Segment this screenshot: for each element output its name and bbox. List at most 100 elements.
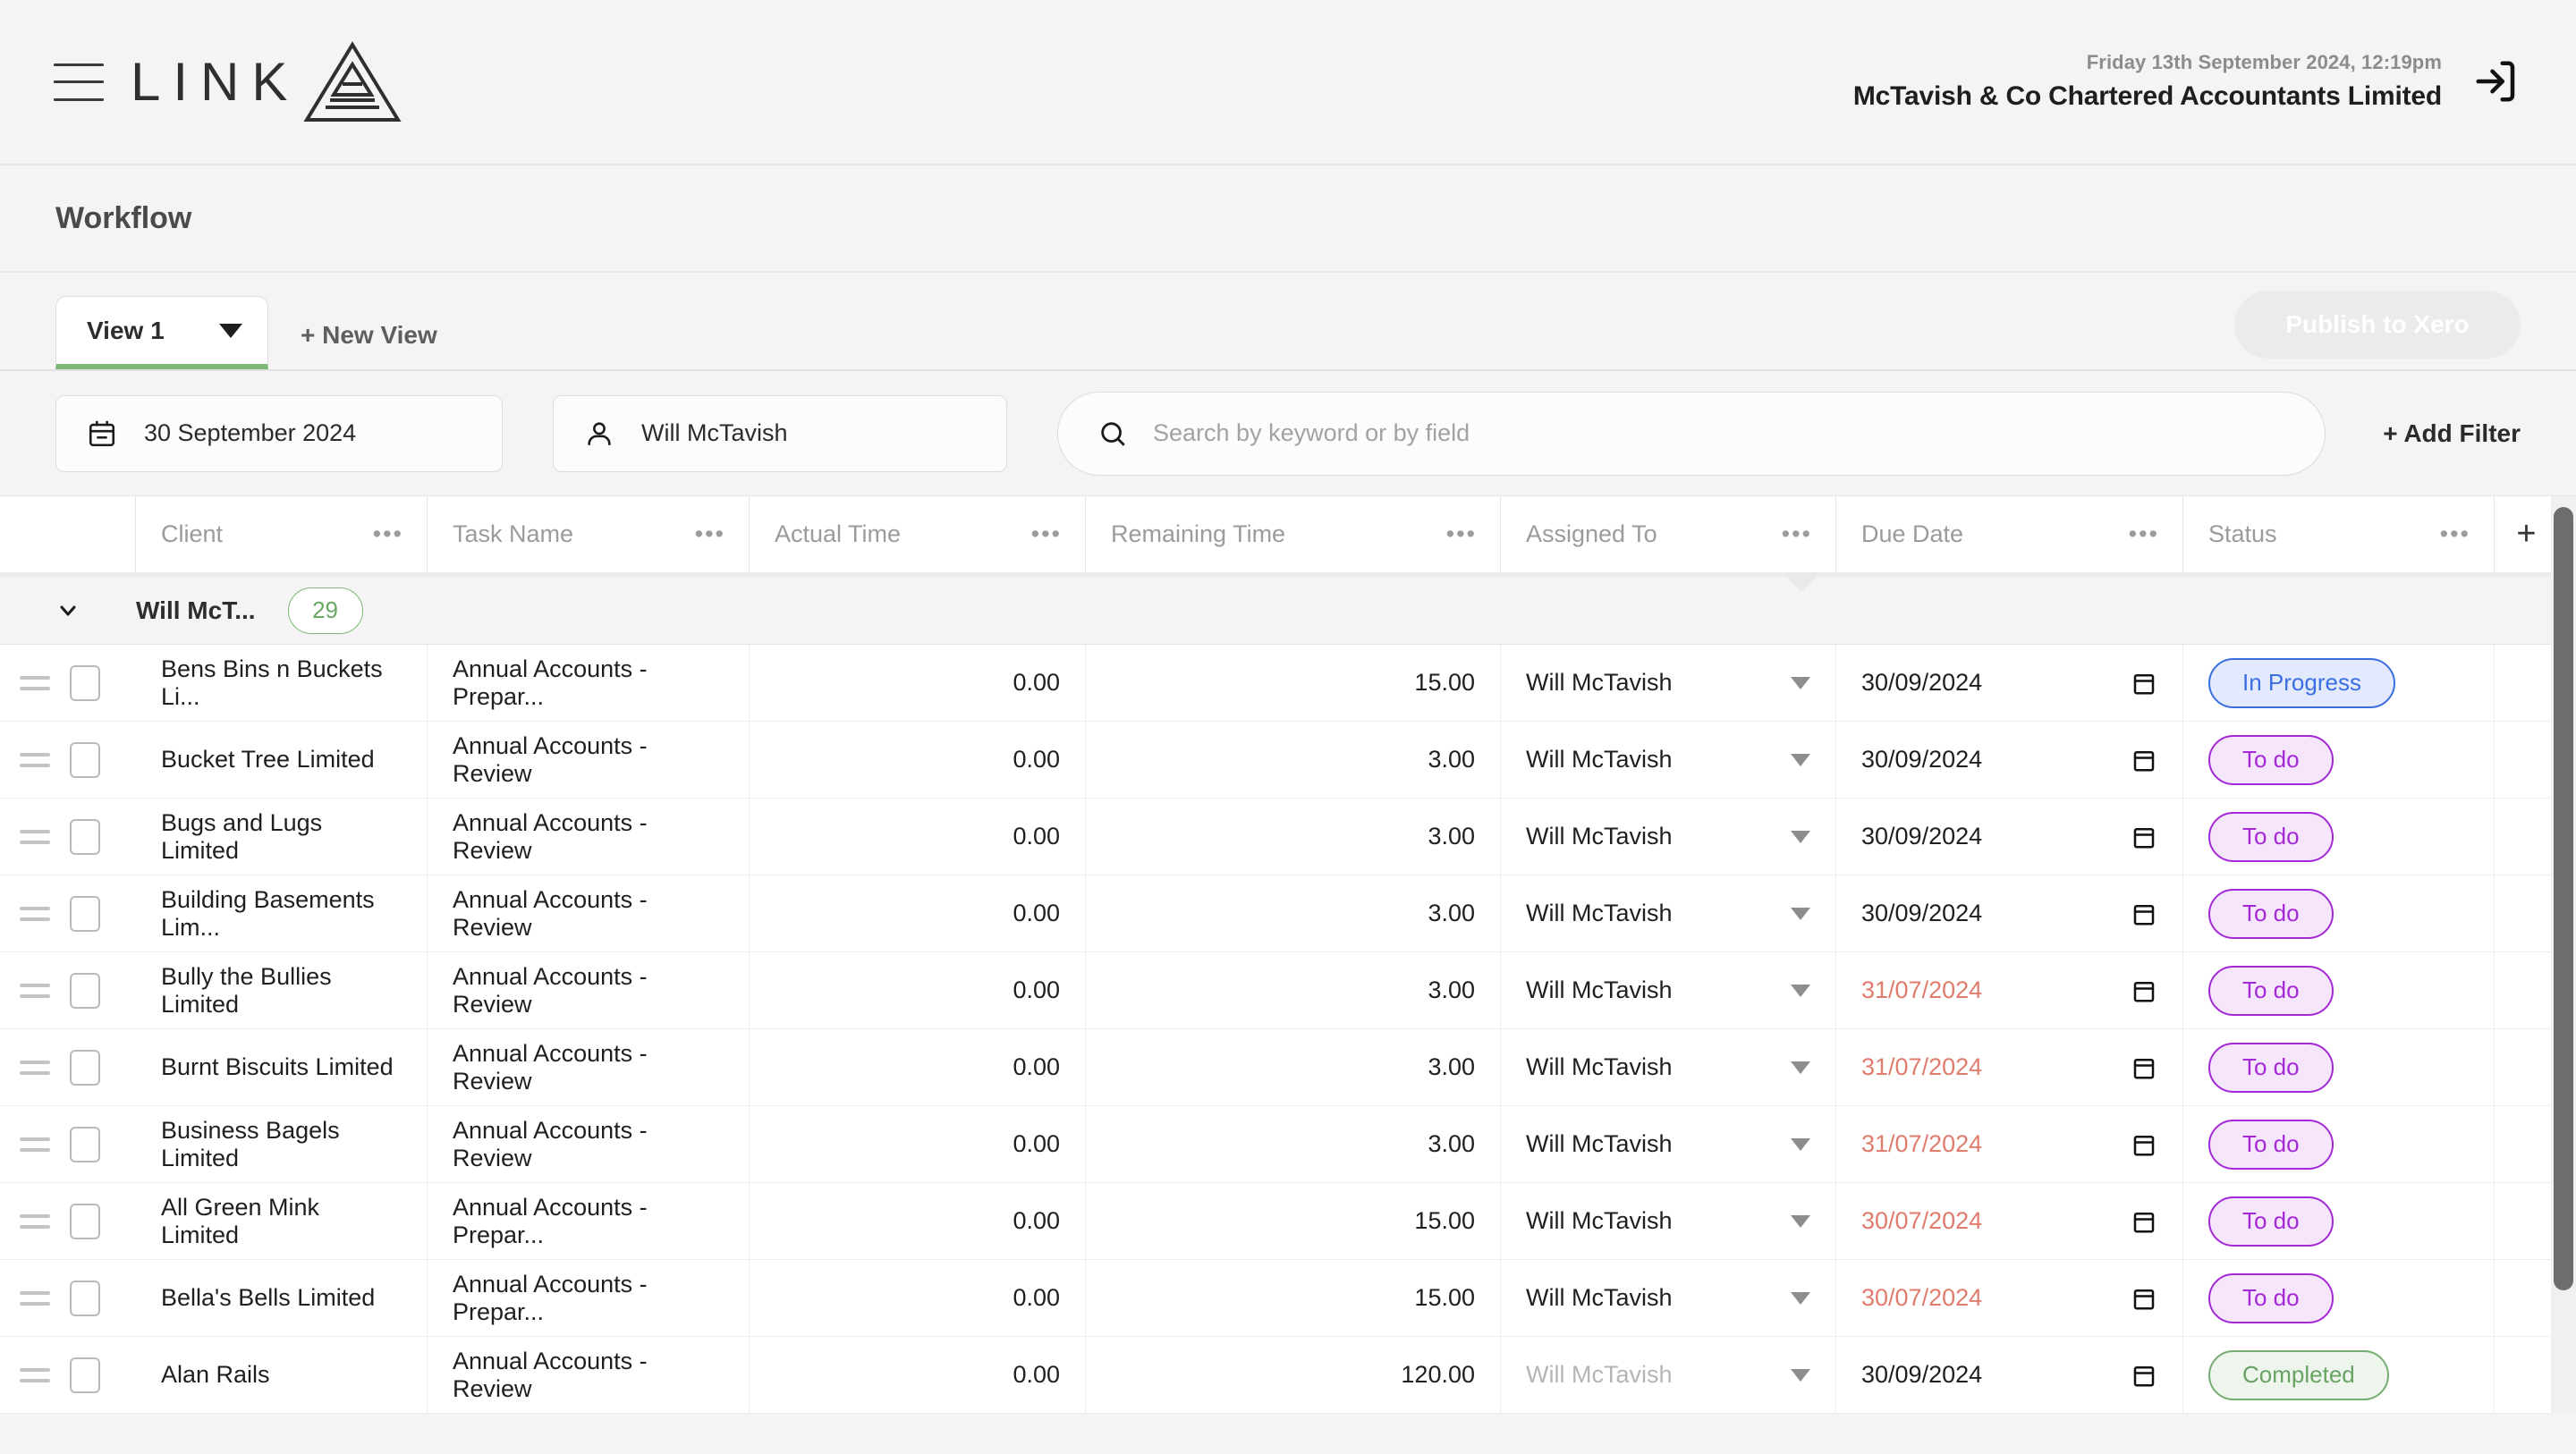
cell-client[interactable]: Bugs and Lugs Limited	[136, 799, 428, 875]
cell-due-date[interactable]: 30/09/2024	[1836, 722, 2183, 798]
cell-assigned-to[interactable]: Will McTavish	[1501, 722, 1836, 798]
assignee-filter[interactable]: Will McTavish	[553, 394, 1007, 472]
calendar-icon[interactable]	[2131, 900, 2157, 928]
status-badge[interactable]: To do	[2208, 965, 2334, 1016]
drag-handle-icon[interactable]	[20, 983, 50, 998]
cell-client[interactable]: Bully the Bullies Limited	[136, 952, 428, 1028]
cell-client[interactable]: Bucket Tree Limited	[136, 722, 428, 798]
drag-handle-icon[interactable]	[20, 1290, 50, 1306]
cell-actual-time[interactable]: 0.00	[750, 799, 1086, 875]
cell-due-date[interactable]: 30/09/2024	[1836, 645, 2183, 721]
column-menu-icon[interactable]: •••	[1782, 520, 1812, 548]
search-input[interactable]	[1153, 419, 2286, 447]
group-collapse-icon[interactable]	[0, 600, 136, 621]
cell-due-date[interactable]: 30/07/2024	[1836, 1260, 2183, 1336]
calendar-icon[interactable]	[2131, 976, 2157, 1005]
cell-assigned-to[interactable]: Will McTavish	[1501, 645, 1836, 721]
drag-handle-icon[interactable]	[20, 1213, 50, 1229]
cell-assigned-to[interactable]: Will McTavish	[1501, 1337, 1836, 1413]
calendar-icon[interactable]	[2131, 746, 2157, 774]
search-box[interactable]	[1057, 391, 2326, 476]
table-row[interactable]: Bucket Tree Limited Annual Accounts - Rev…	[0, 722, 2576, 799]
table-row[interactable]: Burnt Biscuits Limited Annual Accounts - …	[0, 1029, 2576, 1106]
cell-remaining-time[interactable]: 15.00	[1086, 1183, 1501, 1259]
status-badge[interactable]: To do	[2208, 1042, 2334, 1093]
status-badge[interactable]: To do	[2208, 1196, 2334, 1247]
assigned-to-dropdown-icon[interactable]	[1791, 1061, 1810, 1074]
drag-handle-icon[interactable]	[20, 906, 50, 921]
cell-remaining-time[interactable]: 3.00	[1086, 1029, 1501, 1105]
cell-actual-time[interactable]: 0.00	[750, 645, 1086, 721]
assigned-to-dropdown-icon[interactable]	[1791, 1214, 1810, 1228]
assigned-to-dropdown-icon[interactable]	[1791, 753, 1810, 766]
column-header-status[interactable]: Status •••	[2183, 496, 2495, 572]
table-row[interactable]: Bella's Bells Limited Annual Accounts - P…	[0, 1260, 2576, 1337]
cell-due-date[interactable]: 31/07/2024	[1836, 1106, 2183, 1182]
cell-actual-time[interactable]: 0.00	[750, 1260, 1086, 1336]
cell-task-name[interactable]: Annual Accounts - Review	[428, 799, 750, 875]
group-row-will-mctavish[interactable]: Will McT... 29	[0, 572, 2576, 645]
cell-actual-time[interactable]: 0.00	[750, 1337, 1086, 1413]
drag-handle-icon[interactable]	[20, 829, 50, 844]
column-header-assigned-to[interactable]: Assigned To •••	[1501, 496, 1836, 572]
cell-task-name[interactable]: Annual Accounts - Prepar...	[428, 1183, 750, 1259]
assigned-to-dropdown-icon[interactable]	[1791, 1137, 1810, 1151]
calendar-icon[interactable]	[2131, 1130, 2157, 1159]
hamburger-menu-icon[interactable]	[54, 63, 104, 101]
cell-client[interactable]: All Green Mink Limited	[136, 1183, 428, 1259]
status-badge[interactable]: Completed	[2208, 1349, 2389, 1400]
column-menu-icon[interactable]: •••	[695, 520, 725, 548]
assigned-to-dropdown-icon[interactable]	[1791, 984, 1810, 997]
cell-status[interactable]: To do	[2183, 952, 2495, 1028]
cell-status[interactable]: To do	[2183, 1183, 2495, 1259]
cell-actual-time[interactable]: 0.00	[750, 1106, 1086, 1182]
status-badge[interactable]: In Progress	[2208, 657, 2395, 708]
cell-actual-time[interactable]: 0.00	[750, 952, 1086, 1028]
add-filter-button[interactable]: + Add Filter	[2383, 419, 2521, 448]
cell-task-name[interactable]: Annual Accounts - Prepar...	[428, 1260, 750, 1336]
table-row[interactable]: Bens Bins n Buckets Li... Annual Accounts…	[0, 645, 2576, 722]
assigned-to-dropdown-icon[interactable]	[1791, 830, 1810, 843]
cell-client[interactable]: Bella's Bells Limited	[136, 1260, 428, 1336]
publish-to-xero-button[interactable]: Publish to Xero	[2234, 291, 2521, 359]
cell-remaining-time[interactable]: 120.00	[1086, 1337, 1501, 1413]
drag-handle-icon[interactable]	[20, 1367, 50, 1382]
cell-due-date[interactable]: 30/09/2024	[1836, 799, 2183, 875]
calendar-icon[interactable]	[2131, 823, 2157, 851]
calendar-icon[interactable]	[2131, 669, 2157, 697]
column-menu-icon[interactable]: •••	[1031, 520, 1062, 548]
chevron-down-icon[interactable]	[219, 323, 242, 338]
cell-task-name[interactable]: Annual Accounts - Prepar...	[428, 645, 750, 721]
column-menu-icon[interactable]: •••	[2440, 520, 2470, 548]
calendar-icon[interactable]	[2131, 1207, 2157, 1236]
column-header-due-date[interactable]: Due Date •••	[1836, 496, 2183, 572]
cell-remaining-time[interactable]: 15.00	[1086, 645, 1501, 721]
row-checkbox[interactable]	[70, 895, 100, 932]
status-badge[interactable]: To do	[2208, 1119, 2334, 1170]
status-badge[interactable]: To do	[2208, 734, 2334, 785]
cell-client[interactable]: Business Bagels Limited	[136, 1106, 428, 1182]
cell-remaining-time[interactable]: 3.00	[1086, 722, 1501, 798]
drag-handle-icon[interactable]	[20, 1137, 50, 1152]
table-row[interactable]: All Green Mink Limited Annual Accounts - …	[0, 1183, 2576, 1260]
drag-handle-icon[interactable]	[20, 1060, 50, 1075]
cell-status[interactable]: To do	[2183, 1029, 2495, 1105]
cell-due-date[interactable]: 31/07/2024	[1836, 952, 2183, 1028]
column-menu-icon[interactable]: •••	[2129, 520, 2159, 548]
drag-handle-icon[interactable]	[20, 752, 50, 767]
cell-due-date[interactable]: 30/07/2024	[1836, 1183, 2183, 1259]
table-row[interactable]: Bully the Bullies Limited Annual Accounts…	[0, 952, 2576, 1029]
status-badge[interactable]: To do	[2208, 1272, 2334, 1323]
cell-client[interactable]: Alan Rails	[136, 1337, 428, 1413]
assigned-to-dropdown-icon[interactable]	[1791, 907, 1810, 920]
assigned-to-dropdown-icon[interactable]	[1791, 1368, 1810, 1382]
table-row[interactable]: Bugs and Lugs Limited Annual Accounts - R…	[0, 799, 2576, 875]
cell-status[interactable]: To do	[2183, 1106, 2495, 1182]
cell-task-name[interactable]: Annual Accounts - Review	[428, 875, 750, 951]
row-checkbox[interactable]	[70, 741, 100, 778]
cell-task-name[interactable]: Annual Accounts - Review	[428, 1029, 750, 1105]
tab-view-1[interactable]: View 1	[55, 296, 268, 369]
cell-actual-time[interactable]: 0.00	[750, 1029, 1086, 1105]
cell-task-name[interactable]: Annual Accounts - Review	[428, 1106, 750, 1182]
cell-status[interactable]: To do	[2183, 1260, 2495, 1336]
